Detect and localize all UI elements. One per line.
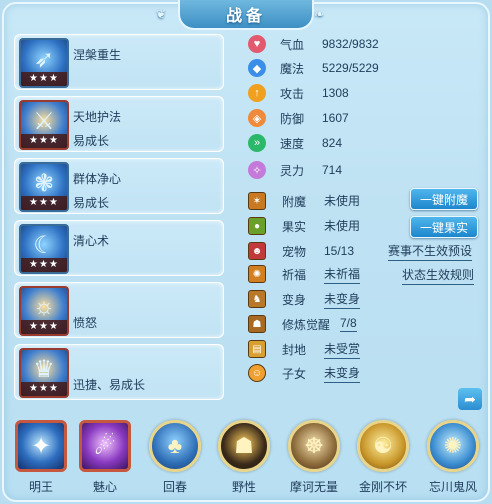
title-ornament-left-icon: ❦	[156, 7, 171, 21]
attr-defense: ◈ 防御 1607	[248, 108, 349, 128]
skill-name: 群体净心	[73, 172, 122, 186]
skill-name: 涅槃重生	[73, 48, 122, 62]
bottom-skill-huichun[interactable]: ♣ 回春	[146, 420, 204, 495]
transform-status[interactable]: 未变身	[324, 290, 361, 309]
ghost-wind-icon: ✺	[427, 420, 479, 472]
dragon-icon: ☾ ★★★	[19, 224, 69, 274]
skill-slot-6[interactable]: ♛ ★★★ 迅捷、易成长	[14, 344, 224, 400]
ming-wang-icon: ✦	[15, 420, 67, 472]
bottom-skill-yexing[interactable]: ☗ 野性	[215, 420, 273, 495]
fruit-icon: ●	[248, 217, 266, 235]
heart-icon: ♥	[248, 35, 266, 53]
bless-icon: ✺	[248, 265, 266, 283]
skill-sub: 易成长	[73, 134, 110, 148]
skill-stars: ★★★	[21, 134, 67, 148]
skill-name: 愤怒	[73, 316, 98, 330]
wild-icon: ☗	[218, 420, 270, 472]
bow-icon: ➶ ★★★	[19, 38, 69, 88]
row-bless: ✺ 祈福 未祈福	[248, 264, 361, 284]
charm-icon: ☄	[79, 420, 131, 472]
skill-stars: ★★★	[21, 72, 67, 86]
enchant-icon: ✶	[248, 192, 266, 210]
attr-attack: ↑ 攻击 1308	[248, 83, 349, 103]
skill-slot-3[interactable]: ❃ ★★★ 群体净心易成长	[14, 158, 224, 214]
awaken-icon: ☗	[248, 315, 266, 333]
fief-status[interactable]: 未受赏	[324, 340, 361, 359]
skill-slot-2[interactable]: ⚔ ★★★ 天地护法易成长	[14, 96, 224, 152]
attr-value: 1308	[322, 86, 349, 100]
bottom-skill-label: 忘川鬼风	[428, 480, 477, 494]
row-enchant: ✶ 附魔 未使用	[248, 191, 360, 211]
mask-icon: ♛ ★★★	[19, 348, 69, 398]
attr-hp: ♥ 气血 9832/9832	[248, 34, 379, 54]
skill-name: 清心术	[73, 234, 110, 248]
event-preset-link[interactable]: 赛事不生效预设	[388, 242, 473, 261]
child-status[interactable]: 未变身	[324, 364, 361, 383]
awaken-progress[interactable]: 7/8	[340, 316, 357, 332]
row-fruit: ● 果实 未使用	[248, 216, 360, 236]
fief-icon: ▤	[248, 340, 266, 358]
panel-title: ❦ 战备 ❧	[156, 0, 324, 30]
enchant-status: 未使用	[324, 194, 361, 208]
row-child: ☺ 子女 未变身	[248, 363, 361, 383]
mahe-icon: ☸	[288, 420, 340, 472]
attack-icon: ↑	[248, 84, 266, 102]
skill-slot-1[interactable]: ➶ ★★★ 涅槃重生	[14, 34, 224, 90]
row-transform: ♞ 变身 未变身	[248, 289, 361, 309]
mana-icon: ◆	[248, 59, 266, 77]
bottom-skill-mohe[interactable]: ☸ 摩诃无量	[285, 420, 343, 495]
skill-slot-5[interactable]: ☼ ★★★ 愤怒	[14, 282, 224, 338]
defense-icon: ◈	[248, 109, 266, 127]
row-fief: ▤ 封地 未受赏	[248, 339, 361, 359]
skill-sub: 易成长	[73, 196, 110, 210]
one-click-enchant-button[interactable]: 一键附魔	[410, 188, 478, 210]
bottom-skill-label: 金刚不坏	[358, 480, 407, 494]
skill-stars: ★★★	[21, 196, 67, 210]
bottom-skill-label: 魅心	[92, 480, 117, 494]
skill-slot-4[interactable]: ☾ ★★★ 清心术	[14, 220, 224, 276]
attr-value: 714	[322, 163, 343, 177]
panel-title-text: 战备	[225, 8, 266, 25]
rejuvenate-icon: ♣	[149, 420, 201, 472]
bottom-skill-label: 摩诃无量	[289, 480, 338, 494]
bless-status[interactable]: 未祈福	[324, 265, 361, 284]
skill-stars: ★★★	[21, 258, 67, 272]
row-awaken: ☗ 修炼觉醒 7/8	[248, 314, 357, 334]
pet-icon: ☻	[248, 242, 266, 260]
bottom-skill-label: 野性	[231, 480, 256, 494]
row-pet: ☻ 宠物 15/13	[248, 241, 354, 261]
attr-mp: ◆ 魔法 5229/5229	[248, 58, 379, 78]
attr-spirit: ✧ 灵力 714	[248, 160, 342, 180]
skill-stars: ★★★	[21, 320, 67, 334]
pet-count: 15/13	[324, 243, 355, 258]
fury-icon: ☼ ★★★	[19, 286, 69, 336]
attr-value: 9832/9832	[322, 37, 379, 51]
child-icon: ☺	[248, 364, 266, 382]
title-ornament-right-icon: ❧	[314, 7, 329, 21]
attr-value: 1607	[322, 111, 349, 125]
effect-rules-link[interactable]: 状态生效规则	[402, 266, 475, 285]
attr-speed: » 速度 824	[248, 133, 342, 153]
share-icon[interactable]: ➦	[458, 388, 482, 410]
bottom-skill-jingang[interactable]: ☯ 金刚不坏	[354, 420, 412, 495]
spirit-icon: ❃ ★★★	[19, 162, 69, 212]
vajra-icon: ☯	[357, 420, 409, 472]
bottom-skill-label: 明王	[28, 480, 53, 494]
skill-stars: ★★★	[21, 382, 67, 396]
transform-icon: ♞	[248, 290, 266, 308]
speed-icon: »	[248, 134, 266, 152]
bottom-skill-wangchuan[interactable]: ✺ 忘川鬼风	[424, 420, 482, 495]
skill-name: 迅捷、易成长	[73, 378, 146, 392]
attr-value: 824	[322, 136, 343, 150]
bottom-skill-label: 回春	[162, 480, 187, 494]
guardian-icon: ⚔ ★★★	[19, 100, 69, 150]
spirit-power-icon: ✧	[248, 161, 266, 179]
one-click-fruit-button[interactable]: 一键果实	[410, 216, 478, 238]
attr-value: 5229/5229	[322, 61, 379, 75]
skill-name: 天地护法	[73, 110, 122, 124]
bottom-skill-mingwang[interactable]: ✦ 明王	[12, 420, 70, 495]
fruit-status: 未使用	[324, 219, 361, 233]
bottom-skill-meixin[interactable]: ☄ 魅心	[76, 420, 134, 495]
